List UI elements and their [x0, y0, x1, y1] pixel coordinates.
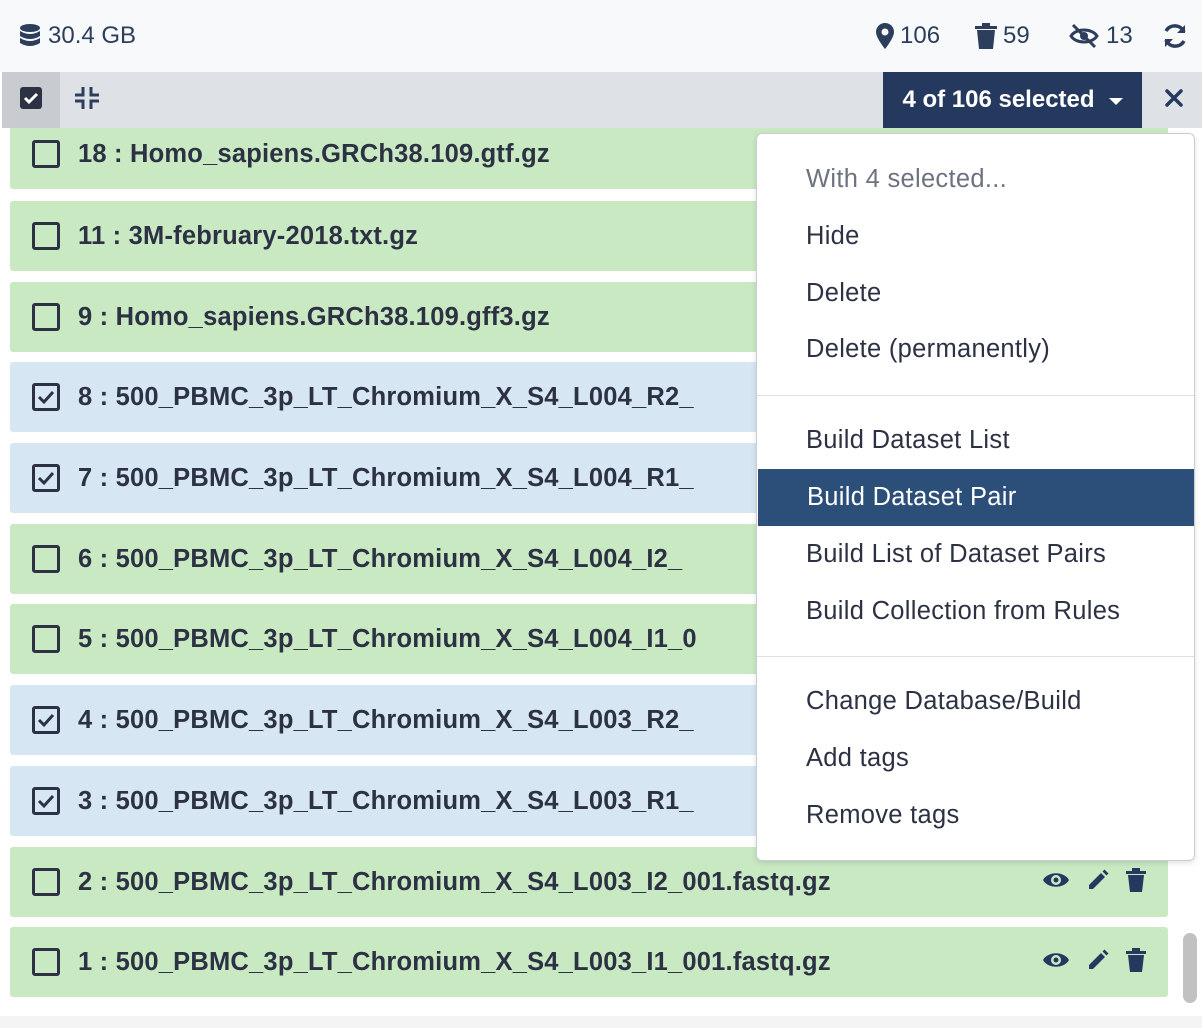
menu-item-build-list-of-pairs[interactable]: Build List of Dataset Pairs [757, 526, 1194, 583]
deleted-count-button[interactable]: 59 [975, 20, 1030, 52]
menu-divider [757, 656, 1194, 657]
sync-icon [1162, 23, 1188, 49]
menu-item-remove-tags[interactable]: Remove tags [757, 787, 1194, 844]
dataset-checkbox[interactable] [32, 464, 60, 492]
dataset-title[interactable]: 1 : 500_PBMC_3p_LT_Chromium_X_S4_L003_I1… [78, 948, 831, 977]
pencil-icon[interactable] [1086, 948, 1110, 977]
check-icon [37, 471, 55, 486]
check-icon [37, 794, 55, 809]
eye-slash-icon [1068, 23, 1100, 49]
dataset-title[interactable]: 11 : 3M-february-2018.txt.gz [78, 222, 418, 251]
dataset-title[interactable]: 18 : Homo_sapiens.GRCh38.109.gtf.gz [78, 140, 550, 169]
dataset-title[interactable]: 9 : Homo_sapiens.GRCh38.109.gff3.gz [78, 303, 550, 332]
select-all-toggle[interactable] [2, 72, 60, 128]
close-icon [1164, 88, 1184, 113]
history-size-label: 30.4 GB [48, 22, 137, 49]
menu-item-build-dataset-pair[interactable]: Build Dataset Pair [758, 469, 1194, 526]
menu-divider [757, 395, 1194, 396]
dataset-item[interactable]: 1 : 500_PBMC_3p_LT_Chromium_X_S4_L003_I1… [10, 927, 1168, 997]
trash-icon [975, 23, 997, 49]
dataset-checkbox[interactable] [32, 383, 60, 411]
refresh-button[interactable] [1162, 20, 1188, 52]
dataset-checkbox[interactable] [32, 868, 60, 896]
dataset-title[interactable]: 8 : 500_PBMC_3p_LT_Chromium_X_S4_L004_R2… [78, 383, 694, 412]
hidden-count-button[interactable]: 13 [1068, 20, 1133, 52]
dataset-checkbox[interactable] [32, 140, 60, 168]
menu-header: With 4 selected... [806, 165, 1007, 193]
trash-icon[interactable] [1126, 867, 1146, 897]
dataset-actions [1042, 867, 1146, 897]
selection-toolbar: 4 of 106 selected [2, 72, 1202, 128]
menu-item-build-from-rules[interactable]: Build Collection from Rules [757, 583, 1194, 640]
history-stats-bar: 30.4 GB 106 59 13 [0, 0, 1202, 72]
check-icon [37, 713, 55, 728]
selection-actions-menu: With 4 selected... Hide Delete Delete (p… [756, 133, 1195, 861]
menu-item-change-dbkey[interactable]: Change Database/Build [757, 673, 1194, 730]
deleted-count: 59 [1003, 22, 1030, 49]
hidden-count: 13 [1106, 22, 1133, 49]
menu-item-delete[interactable]: Delete [757, 265, 1194, 322]
scrollbar-thumb[interactable] [1183, 933, 1197, 1003]
dataset-actions [1042, 947, 1146, 977]
compress-icon [74, 86, 100, 115]
trash-icon[interactable] [1126, 947, 1146, 977]
dataset-checkbox[interactable] [32, 625, 60, 653]
caret-down-icon [1108, 97, 1123, 105]
dataset-checkbox[interactable] [32, 948, 60, 976]
dataset-checkbox[interactable] [32, 303, 60, 331]
history-size[interactable]: 30.4 GB [18, 20, 136, 52]
shown-count: 106 [900, 22, 941, 49]
map-marker-icon [876, 23, 894, 49]
dataset-checkbox[interactable] [32, 706, 60, 734]
dataset-title[interactable]: 5 : 500_PBMC_3p_LT_Chromium_X_S4_L004_I1… [78, 625, 697, 654]
dataset-title[interactable]: 3 : 500_PBMC_3p_LT_Chromium_X_S4_L003_R1… [78, 787, 694, 816]
eye-icon[interactable] [1042, 870, 1070, 895]
clear-selection-button[interactable] [1160, 86, 1188, 114]
horizontal-scrollbar[interactable] [0, 1016, 1202, 1028]
selection-count-label: 4 of 106 selected [902, 86, 1095, 113]
dataset-title[interactable]: 2 : 500_PBMC_3p_LT_Chromium_X_S4_L003_I2… [78, 868, 831, 897]
dataset-checkbox[interactable] [32, 222, 60, 250]
menu-item-hide[interactable]: Hide [757, 208, 1194, 265]
menu-item-build-dataset-list[interactable]: Build Dataset List [757, 412, 1194, 469]
selection-dropdown-button[interactable]: 4 of 106 selected [883, 72, 1142, 128]
check-icon [37, 390, 55, 405]
database-icon [18, 23, 42, 49]
collapse-all-button[interactable] [72, 86, 102, 114]
check-square-icon [20, 86, 42, 114]
dataset-checkbox[interactable] [32, 545, 60, 573]
dataset-title[interactable]: 6 : 500_PBMC_3p_LT_Chromium_X_S4_L004_I2… [78, 545, 682, 574]
menu-item-delete-permanently[interactable]: Delete (permanently) [757, 321, 1194, 378]
dataset-title[interactable]: 7 : 500_PBMC_3p_LT_Chromium_X_S4_L004_R1… [78, 464, 694, 493]
menu-item-add-tags[interactable]: Add tags [757, 730, 1194, 787]
dataset-checkbox[interactable] [32, 787, 60, 815]
eye-icon[interactable] [1042, 950, 1070, 975]
pencil-icon[interactable] [1086, 868, 1110, 897]
dataset-title[interactable]: 4 : 500_PBMC_3p_LT_Chromium_X_S4_L003_R2… [78, 706, 694, 735]
shown-count-button[interactable]: 106 [876, 20, 940, 52]
